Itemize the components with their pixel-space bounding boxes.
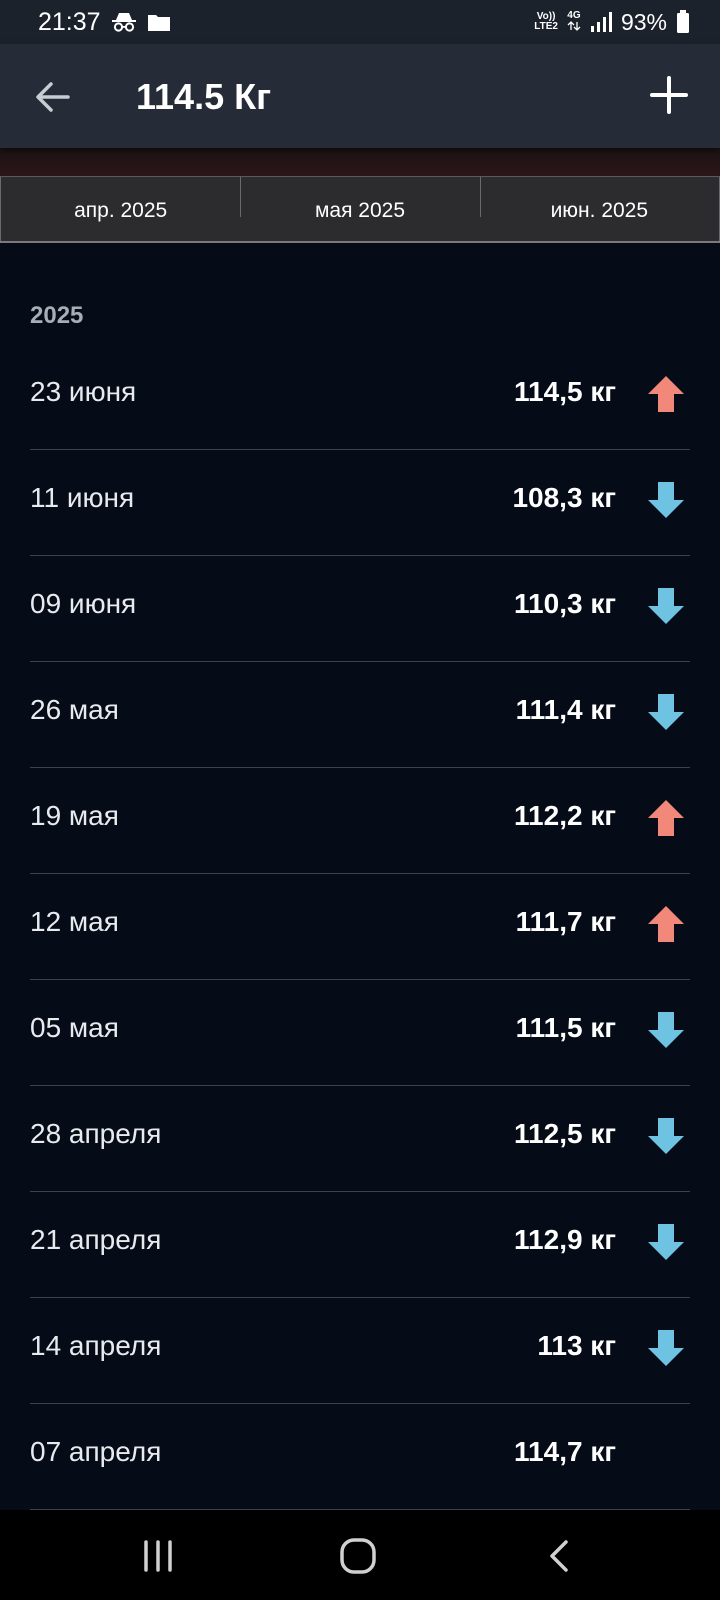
month-tabs: апр. 2025 мая 2025 июн. 2025	[0, 176, 720, 243]
system-back-button[interactable]	[540, 1534, 584, 1578]
list-item[interactable]: 23 июня 114,5 кг	[30, 344, 690, 450]
list-item[interactable]: 21 апреля 112,9 кг	[30, 1192, 690, 1298]
entry-date: 07 апреля	[30, 1436, 162, 1467]
entry-weight: 112,9 кг	[514, 1224, 616, 1255]
entry-date: 12 мая	[30, 906, 119, 937]
clock: 21:37	[38, 8, 101, 36]
entry-weight: 111,7 кг	[515, 906, 616, 937]
entry-date: 09 июня	[30, 588, 137, 619]
arrow-down-icon	[648, 1224, 684, 1260]
entry-date: 21 апреля	[30, 1224, 162, 1255]
list-item[interactable]: 12 мая 111,7 кг	[30, 874, 690, 980]
battery-icon	[677, 10, 689, 33]
list-item[interactable]: 14 апреля 113 кг	[30, 1298, 690, 1404]
entry-weight: 113 кг	[537, 1330, 616, 1361]
home-icon	[340, 1538, 376, 1574]
folder-icon	[147, 15, 170, 31]
entry-date: 19 мая	[30, 800, 119, 831]
entry-weight: 110,3 кг	[514, 588, 616, 619]
chevron-left-icon	[550, 1540, 568, 1572]
arrow-down-icon	[648, 588, 684, 624]
data-arrows-icon	[567, 20, 581, 31]
entry-weight: 114,5 кг	[514, 376, 616, 407]
lte-label: LTE2	[534, 21, 558, 32]
volte-indicator: Vo)) LTE2	[534, 12, 558, 32]
network-gen-label: 4G	[567, 9, 581, 21]
recent-apps-button[interactable]	[136, 1534, 180, 1578]
arrow-down-icon	[648, 1012, 684, 1048]
signal-icon	[590, 12, 612, 32]
plus-icon	[650, 76, 688, 114]
list-item[interactable]: 05 мая 111,5 кг	[30, 980, 690, 1086]
tab-june-2025[interactable]: июн. 2025	[479, 177, 720, 241]
arrow-down-icon	[648, 482, 684, 518]
entry-weight: 111,5 кг	[515, 1012, 616, 1043]
entry-date: 05 мая	[30, 1012, 119, 1043]
entry-date: 28 апреля	[30, 1118, 162, 1149]
entry-date: 23 июня	[30, 376, 137, 407]
back-button[interactable]	[30, 74, 76, 120]
arrow-down-icon	[648, 694, 684, 730]
list-item[interactable]: 28 апреля 112,5 кг	[30, 1086, 690, 1192]
app-bar: 114.5 Кг	[0, 44, 720, 148]
status-bar: 21:37 Vo)) LTE2 4G 93%	[0, 0, 720, 44]
arrow-down-icon	[648, 1118, 684, 1154]
chart-area[interactable]	[0, 148, 720, 176]
entry-weight: 112,5 кг	[514, 1118, 616, 1149]
entry-weight: 114,7 кг	[514, 1436, 616, 1467]
arrow-up-icon	[648, 906, 684, 942]
page-title: 114.5 Кг	[136, 76, 272, 117]
entry-weight: 111,4 кг	[515, 694, 616, 725]
list-item[interactable]: 26 мая 111,4 кг	[30, 662, 690, 768]
arrow-down-icon	[648, 1330, 684, 1366]
weight-list: 23 июня 114,5 кг 11 июня 108,3 кг 09 июня 110…	[0, 344, 720, 1510]
list-item[interactable]: 19 мая 112,2 кг	[30, 768, 690, 874]
tab-april-2025[interactable]: апр. 2025	[0, 177, 240, 241]
list-item[interactable]: 09 июня 110,3 кг	[30, 556, 690, 662]
add-entry-button[interactable]	[646, 72, 692, 118]
incognito-icon	[111, 13, 136, 32]
arrow-left-icon	[36, 82, 70, 112]
entry-weight: 108,3 кг	[512, 482, 616, 513]
entry-date: 14 апреля	[30, 1330, 162, 1361]
data-indicator: 4G	[567, 9, 581, 34]
entry-date: 11 июня	[30, 482, 135, 513]
arrow-up-icon	[648, 376, 684, 412]
navigation-bar	[0, 1510, 720, 1600]
battery-percent: 93%	[620, 9, 667, 35]
home-button[interactable]	[337, 1534, 381, 1578]
year-header: 2025	[30, 302, 84, 329]
arrow-up-icon	[648, 800, 684, 836]
tab-may-2025[interactable]: мая 2025	[240, 177, 479, 241]
list-item[interactable]: 07 апреля 114,7 кг	[30, 1404, 690, 1510]
entry-date: 26 мая	[30, 694, 119, 725]
list-item[interactable]: 11 июня 108,3 кг	[30, 450, 690, 556]
entry-weight: 112,2 кг	[514, 800, 616, 831]
recent-apps-icon	[144, 1540, 172, 1572]
